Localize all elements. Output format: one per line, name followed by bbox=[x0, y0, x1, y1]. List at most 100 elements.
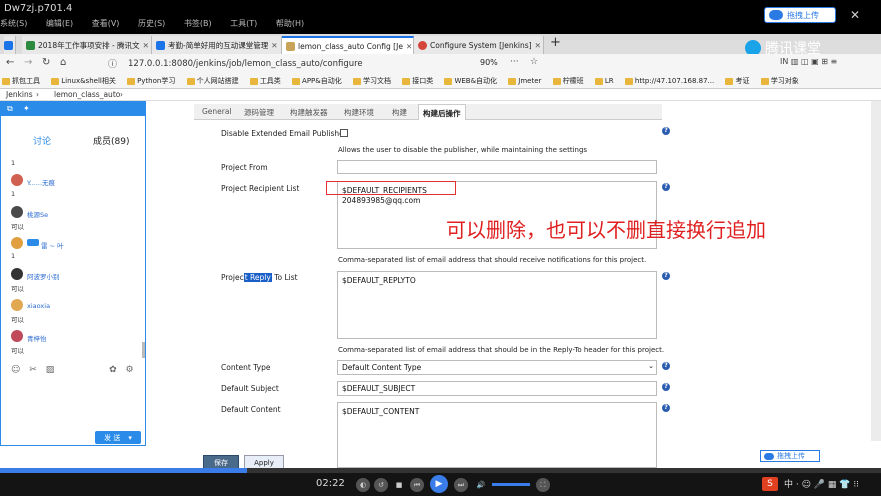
default-subject-input[interactable]: $DEFAULT_SUBJECT bbox=[337, 381, 657, 396]
speed-icon[interactable]: ◐ bbox=[356, 478, 370, 492]
help-icon[interactable]: ? bbox=[662, 383, 670, 391]
upload-button-bottom[interactable]: 拖拽上传 bbox=[760, 450, 820, 462]
bookmark-item[interactable]: 学习对象 bbox=[760, 76, 799, 86]
refresh-icon[interactable]: ↻ bbox=[42, 57, 50, 68]
sogou-icon[interactable]: S bbox=[762, 477, 778, 491]
new-tab-button[interactable]: + bbox=[550, 35, 561, 50]
help-icon[interactable]: ? bbox=[662, 362, 670, 370]
bookmark-item[interactable]: 学习文档 bbox=[352, 76, 391, 86]
tab-general[interactable]: General bbox=[202, 107, 232, 116]
url-field[interactable]: 127.0.0.1:8080/jenkins/job/lemon_class_a… bbox=[128, 57, 498, 71]
fullscreen-icon[interactable]: ⛶ bbox=[536, 478, 550, 492]
content-type-select[interactable]: Default Content Type ⌄ bbox=[337, 360, 657, 375]
tab-triggers[interactable]: 构建触发器 bbox=[290, 107, 328, 118]
tab-discuss[interactable]: 讨论 bbox=[33, 134, 51, 147]
tab-work[interactable]: 2018年工作事项安排 - 腾讯文 ✕ bbox=[22, 36, 152, 54]
rewind-icon[interactable]: ↺ bbox=[374, 478, 388, 492]
help-icon[interactable]: ? bbox=[662, 127, 670, 135]
tab-post-build[interactable]: 构建后操作 bbox=[418, 104, 466, 120]
chat-window-icon[interactable]: ⧉ bbox=[7, 104, 13, 114]
chat-message-text: 可以 bbox=[11, 316, 24, 324]
menu-item[interactable]: 工具(T) bbox=[230, 19, 257, 28]
breadcrumb-jenkins[interactable]: Jenkins bbox=[6, 90, 33, 99]
bookmark-item[interactable]: 抓包工具 bbox=[2, 76, 40, 86]
bookmark-item[interactable]: 工具类 bbox=[249, 76, 281, 86]
close-icon[interactable]: ✕ bbox=[406, 42, 412, 51]
bookmark-label: 抓包工具 bbox=[12, 77, 40, 85]
upload-label: 拖拽上传 bbox=[787, 10, 819, 20]
bookmark-item[interactable]: 接口类 bbox=[402, 76, 433, 86]
disable-publisher-checkbox[interactable] bbox=[340, 129, 348, 137]
tab-build-env[interactable]: 构建环境 bbox=[344, 107, 374, 118]
close-icon[interactable]: ✕ bbox=[143, 41, 149, 50]
project-from-input[interactable] bbox=[337, 160, 657, 174]
folder-icon bbox=[508, 77, 517, 85]
bookmark-item[interactable]: 个人网站搭建 bbox=[186, 76, 239, 86]
help-icon[interactable]: ? bbox=[662, 183, 670, 191]
tab-build[interactable]: 构建 bbox=[392, 107, 407, 118]
bookmark-item[interactable]: Jmeter bbox=[508, 77, 541, 85]
send-button[interactable]: 发 送 ▾ bbox=[95, 431, 141, 444]
volume-icon[interactable]: 🔊 bbox=[474, 478, 488, 492]
star-icon[interactable]: ☆ bbox=[530, 57, 538, 67]
menu-item[interactable]: 查看(V) bbox=[92, 19, 120, 28]
toolbar-icons[interactable]: IN ▥ ◫ ▣ ⊞ ≡ bbox=[780, 57, 837, 66]
tab-attendance[interactable]: 考勤-简单好用的互动课堂管理 ✕ bbox=[152, 36, 282, 54]
flower-icon[interactable]: ✿ bbox=[109, 365, 117, 375]
emoji-icon[interactable]: ☺ bbox=[11, 365, 20, 375]
breadcrumb-job[interactable]: lemon_class_auto bbox=[54, 90, 120, 99]
bookmark-item[interactable]: Python学习 bbox=[127, 76, 175, 86]
bookmark-item[interactable]: 柠檬班 bbox=[552, 76, 584, 86]
menu-item[interactable]: 历史(S) bbox=[138, 19, 165, 28]
menu-item[interactable]: 系统(S) bbox=[0, 19, 27, 28]
bookmark-item[interactable]: Linux&shell相关 bbox=[51, 76, 116, 86]
image-icon[interactable]: ▨ bbox=[46, 365, 55, 375]
chat-message-text: 可以 bbox=[11, 347, 24, 355]
play-icon[interactable]: ▶ bbox=[430, 475, 448, 493]
recipient-list-desc: Comma-separated list of email address th… bbox=[338, 256, 647, 264]
back-icon[interactable]: ← bbox=[6, 57, 14, 68]
previous-icon[interactable]: ⏮ bbox=[410, 478, 424, 492]
bookmark-label: 考证 bbox=[735, 77, 750, 85]
close-icon[interactable]: ✕ bbox=[271, 41, 277, 50]
page-scrollbar[interactable] bbox=[871, 101, 881, 441]
more-icon[interactable]: ··· bbox=[510, 57, 519, 67]
bookmark-item[interactable]: APP&自动化 bbox=[292, 76, 342, 86]
default-content-textarea[interactable]: $DEFAULT_CONTENT bbox=[337, 402, 657, 468]
bookmark-label: 柠檬班 bbox=[562, 77, 584, 85]
menu-item[interactable]: 编辑(E) bbox=[46, 19, 73, 28]
breadcrumb-sep: › bbox=[120, 90, 123, 99]
scissors-icon[interactable]: ✂ bbox=[29, 365, 37, 375]
tab-jenkins-config[interactable]: lemon_class_auto Config [Je ✕ bbox=[282, 36, 414, 54]
forward-icon[interactable]: → bbox=[24, 57, 32, 68]
settings-icon[interactable]: ⚙ bbox=[126, 365, 134, 375]
menu-item[interactable]: 书签(B) bbox=[184, 19, 212, 28]
home-icon[interactable]: ⌂ bbox=[60, 57, 66, 68]
tab-pinned[interactable] bbox=[4, 36, 16, 54]
chat-input[interactable] bbox=[5, 378, 141, 428]
close-icon[interactable]: ✕ bbox=[535, 41, 541, 50]
pin-icon[interactable]: ✦ bbox=[23, 104, 30, 113]
help-icon[interactable]: ? bbox=[662, 272, 670, 280]
volume-slider[interactable] bbox=[492, 483, 530, 486]
info-icon[interactable]: ⓘ bbox=[108, 57, 117, 70]
chat-scrollbar[interactable] bbox=[142, 342, 145, 358]
bookmark-item[interactable]: WEB&自动化 bbox=[444, 76, 497, 86]
menu-item[interactable]: 帮助(H) bbox=[276, 19, 304, 28]
chat-message-text: 可以 bbox=[11, 223, 24, 231]
chevron-down-icon: ▾ bbox=[128, 433, 132, 442]
bookmark-item[interactable]: LR bbox=[594, 77, 614, 85]
zoom-level[interactable]: 90% bbox=[480, 58, 498, 67]
stop-icon[interactable]: ■ bbox=[392, 478, 406, 492]
reply-to-textarea[interactable]: $DEFAULT_REPLYTO bbox=[337, 271, 657, 339]
default-content-label: Default Content bbox=[221, 405, 281, 414]
tab-scm[interactable]: 源码管理 bbox=[244, 107, 274, 118]
next-icon[interactable]: ⏭ bbox=[454, 478, 468, 492]
bookmark-item[interactable]: http://47.107.168.87... bbox=[624, 77, 714, 85]
bookmark-item[interactable]: 考证 bbox=[725, 76, 749, 86]
upload-button[interactable]: 拖拽上传 bbox=[764, 7, 836, 23]
tab-members[interactable]: 成员(89) bbox=[93, 134, 129, 147]
help-icon[interactable]: ? bbox=[662, 404, 670, 412]
close-icon[interactable]: ✕ bbox=[850, 8, 860, 22]
tab-configure-system[interactable]: Configure System [Jenkins] ✕ bbox=[414, 36, 544, 54]
